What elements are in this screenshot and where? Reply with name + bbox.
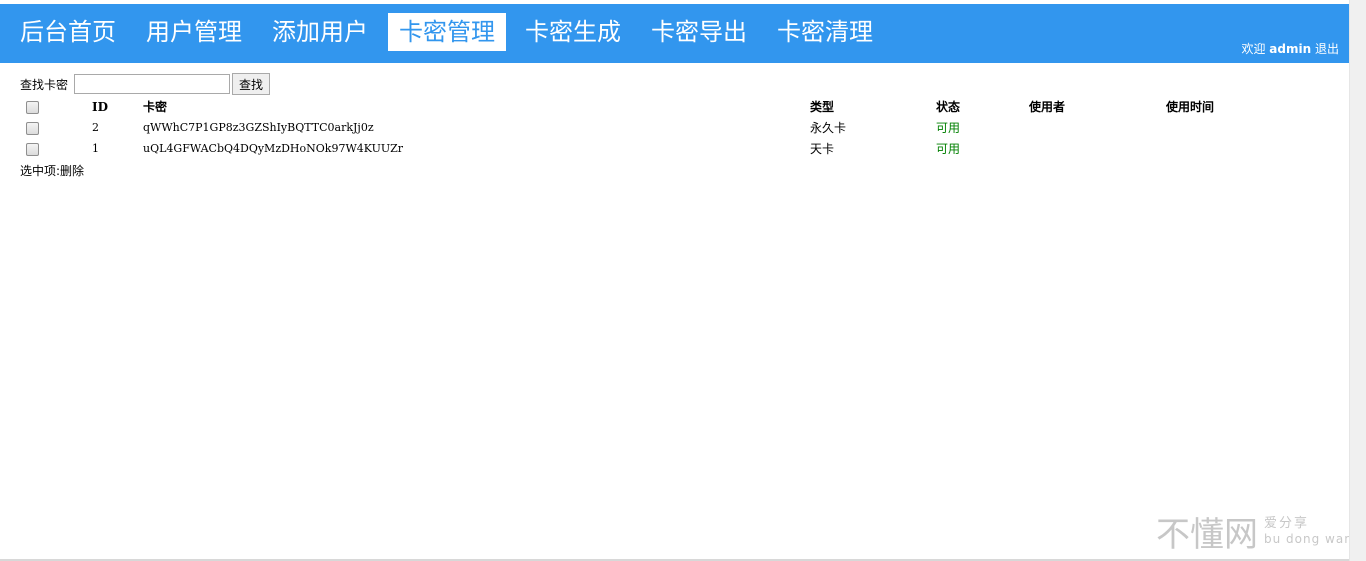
- row-id: 2: [92, 121, 99, 134]
- row-status: 可用: [936, 121, 961, 135]
- card-table: ID 卡密 类型 状态 使用者 使用时间 2 qWWhC7P1GP8z3GZSh…: [18, 96, 1286, 159]
- nav-item-home[interactable]: 后台首页: [9, 13, 127, 51]
- watermark-main-text: 不懂网: [1156, 515, 1258, 555]
- selection-label: 选中项:: [20, 164, 61, 178]
- row-time: [1166, 117, 1286, 138]
- header-card: 卡密: [143, 100, 168, 114]
- search-bar: 查找卡密 查找: [20, 73, 271, 95]
- watermark-sub-text: 爱分享: [1264, 516, 1310, 531]
- header-time: 使用时间: [1166, 100, 1215, 114]
- header-id: ID: [92, 99, 109, 114]
- header-user: 使用者: [1029, 100, 1066, 114]
- row-checkbox[interactable]: [26, 121, 39, 135]
- top-navbar: 后台首页 用户管理 添加用户 卡密管理 卡密生成 卡密导出 卡密清理 欢迎 ad…: [0, 4, 1349, 63]
- nav-item-card-cleanup[interactable]: 卡密清理: [766, 13, 884, 51]
- welcome-text: 欢迎 admin 退出: [1241, 40, 1339, 57]
- row-id: 1: [92, 142, 99, 155]
- row-type: 天卡: [810, 142, 835, 156]
- row-select-cell[interactable]: [18, 117, 92, 138]
- table-row: 2 qWWhC7P1GP8z3GZShIyBQTTC0arkJj0z 永久卡 可…: [18, 117, 1286, 138]
- row-user: [1029, 117, 1166, 138]
- search-button[interactable]: 查找: [232, 73, 271, 95]
- row-card: uQL4GFWACbQ4DQyMzDHoNOk97W4KUUZr: [143, 142, 404, 155]
- row-card: qWWhC7P1GP8z3GZShIyBQTTC0arkJj0z: [143, 121, 374, 134]
- delete-selected-link[interactable]: 删除: [60, 164, 84, 178]
- select-all-checkbox[interactable]: [26, 100, 39, 114]
- row-time: [1166, 138, 1286, 159]
- table-header-row: ID 卡密 类型 状态 使用者 使用时间: [18, 96, 1286, 117]
- table-row: 1 uQL4GFWACbQ4DQyMzDHoNOk97W4KUUZr 天卡 可用: [18, 138, 1286, 159]
- row-select-cell[interactable]: [18, 138, 92, 159]
- search-label: 查找卡密: [20, 77, 69, 92]
- row-type: 永久卡: [810, 121, 847, 135]
- selection-actions: 选中项:删除: [20, 162, 84, 179]
- nav-item-card-export[interactable]: 卡密导出: [640, 13, 758, 51]
- logout-link[interactable]: 退出: [1315, 42, 1339, 56]
- nav-item-card-generate[interactable]: 卡密生成: [514, 13, 632, 51]
- watermark-pinyin-text: bu dong wang: [1264, 532, 1362, 546]
- row-status: 可用: [936, 142, 961, 156]
- header-status: 状态: [936, 100, 961, 114]
- vertical-scrollbar[interactable]: [1349, 0, 1366, 561]
- nav-item-card-management[interactable]: 卡密管理: [388, 13, 506, 51]
- nav-item-user-management[interactable]: 用户管理: [135, 13, 253, 51]
- row-user: [1029, 138, 1166, 159]
- watermark-logo: 不懂网 爱分享 bu dong wang: [1156, 507, 1360, 555]
- username: admin: [1269, 42, 1312, 56]
- header-type: 类型: [810, 100, 835, 114]
- search-input[interactable]: [74, 74, 231, 94]
- row-checkbox[interactable]: [26, 142, 39, 156]
- header-select-all[interactable]: [18, 96, 92, 117]
- nav-item-add-user[interactable]: 添加用户: [261, 13, 379, 51]
- welcome-prefix: 欢迎: [1241, 42, 1266, 56]
